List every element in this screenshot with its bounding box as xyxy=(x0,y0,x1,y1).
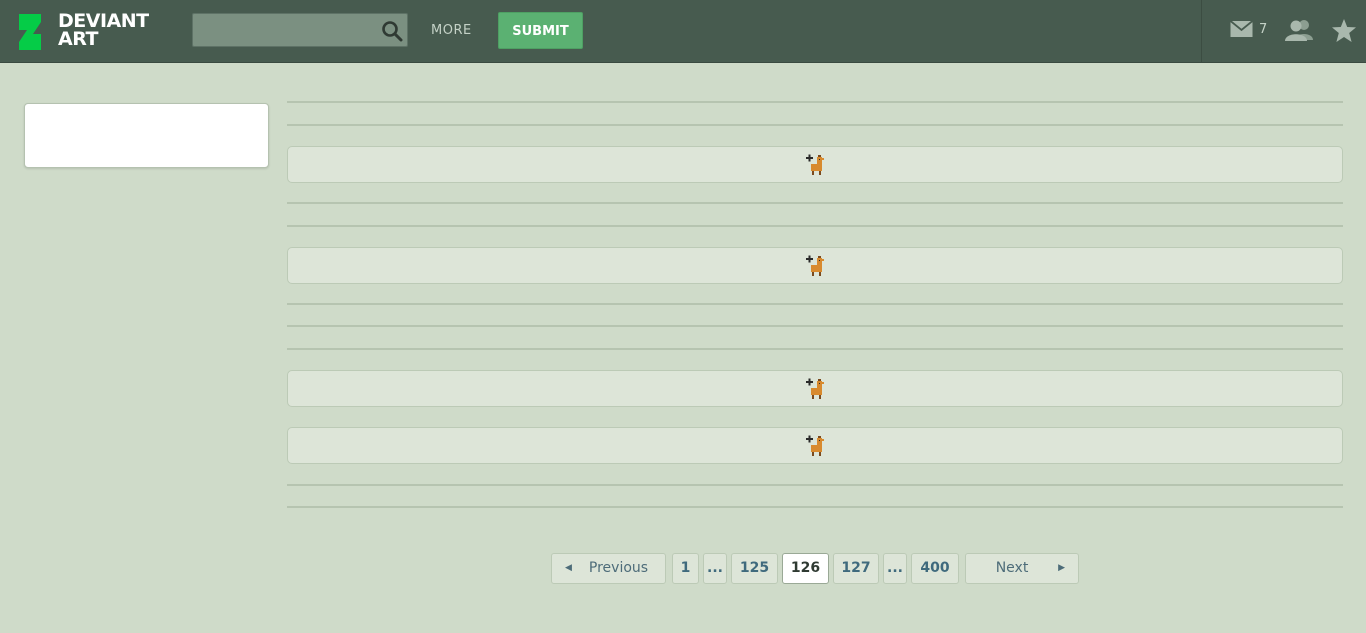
pagination-current-page[interactable]: 126 xyxy=(782,553,829,584)
pagination-page-button[interactable]: 125 xyxy=(731,553,778,584)
submit-button[interactable]: SUBMIT xyxy=(498,12,583,49)
watchers-icon[interactable] xyxy=(1284,19,1316,41)
logo-line-2: ART xyxy=(58,28,98,50)
mail-count[interactable]: 7 xyxy=(1259,22,1267,37)
pagination-page-button[interactable]: 1 xyxy=(672,553,699,584)
sidebar-box xyxy=(24,103,269,168)
feed-card[interactable] xyxy=(287,427,1343,464)
star-icon[interactable] xyxy=(1331,18,1357,43)
pagination-page-button[interactable]: 400 xyxy=(911,553,959,584)
arrow-right-icon: ▶ xyxy=(1058,563,1065,573)
search-input[interactable] xyxy=(199,19,373,43)
top-navigation-bar: DEVIANT ART MORE SUBMIT 7 xyxy=(0,0,1366,63)
mail-icon[interactable] xyxy=(1230,20,1253,38)
feed-divider xyxy=(287,101,1343,103)
search-icon[interactable] xyxy=(381,20,403,42)
next-label: Next xyxy=(995,560,1029,576)
feed-card[interactable] xyxy=(287,370,1343,407)
deviantart-logo-icon xyxy=(19,14,41,50)
feed-card[interactable] xyxy=(287,146,1343,183)
llama-badge-icon[interactable] xyxy=(806,435,826,457)
logo-wordmark: DEVIANT ART xyxy=(58,12,149,50)
feed-divider xyxy=(287,325,1343,327)
feed-divider xyxy=(287,225,1343,227)
header-divider xyxy=(1201,0,1202,62)
feed-divider xyxy=(287,484,1343,486)
pagination-page-button[interactable]: 127 xyxy=(833,553,879,584)
pagination-previous-button[interactable]: ◀ Previous xyxy=(551,553,666,584)
search-box[interactable] xyxy=(192,13,408,47)
feed-divider xyxy=(287,202,1343,204)
previous-label: Previous xyxy=(588,560,649,576)
feed-card[interactable] xyxy=(287,247,1343,284)
llama-badge-icon[interactable] xyxy=(806,378,826,400)
llama-badge-icon[interactable] xyxy=(806,255,826,277)
feed-divider xyxy=(287,506,1343,508)
feed-divider xyxy=(287,348,1343,350)
pagination-next-button[interactable]: Next ▶ xyxy=(965,553,1079,584)
more-menu-button[interactable]: MORE xyxy=(431,23,472,38)
feed-divider xyxy=(287,303,1343,305)
arrow-left-icon: ◀ xyxy=(565,563,572,573)
pagination-ellipsis[interactable]: ... xyxy=(703,553,727,584)
feed-divider xyxy=(287,124,1343,126)
deviantart-logo[interactable]: DEVIANT ART xyxy=(16,10,166,54)
pagination-ellipsis[interactable]: ... xyxy=(883,553,907,584)
llama-badge-icon[interactable] xyxy=(806,154,826,176)
